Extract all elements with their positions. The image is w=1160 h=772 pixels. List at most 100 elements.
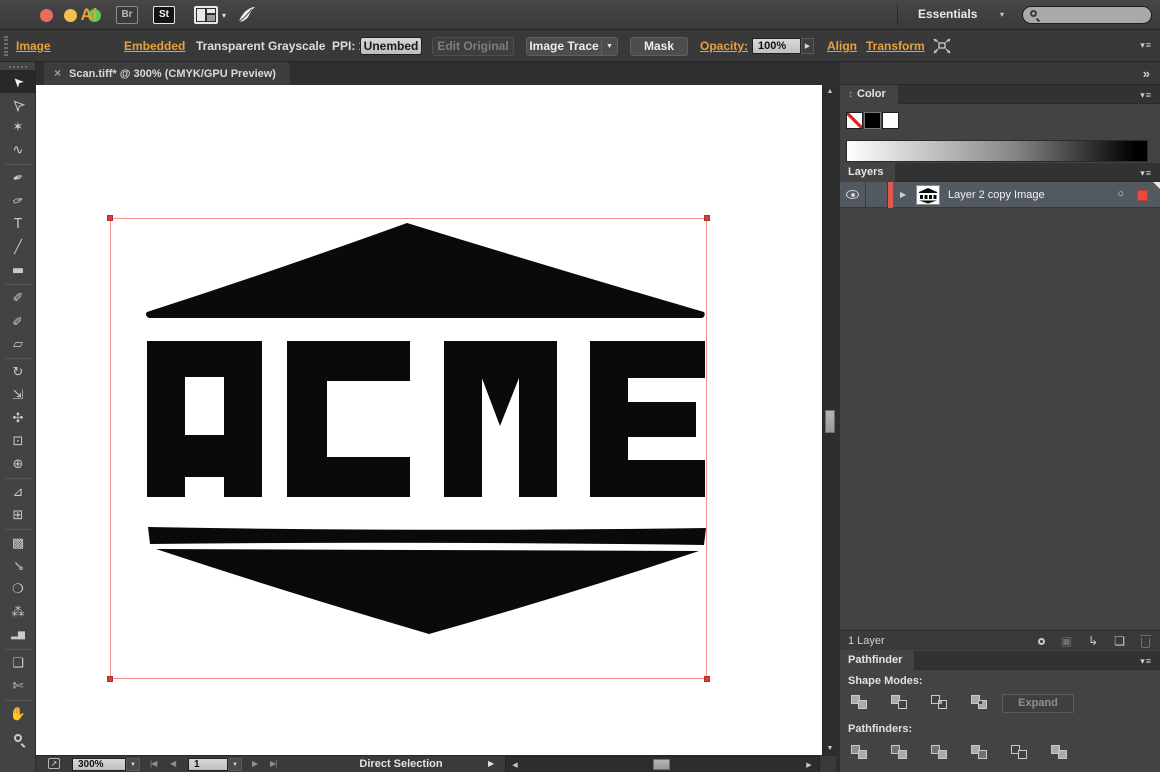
close-tab-icon[interactable]: × <box>54 66 61 80</box>
unite-shape-mode-button[interactable] <box>846 692 872 712</box>
next-artboard-button[interactable]: ▶ <box>252 759 257 768</box>
blend-tool[interactable]: ❍ <box>0 578 36 601</box>
bridge-button[interactable]: Br <box>116 6 138 24</box>
layer-row[interactable]: ▶ Layer 2 copy Image ○ <box>840 182 1160 208</box>
grayscale-spectrum-ramp[interactable] <box>846 140 1148 162</box>
scroll-down-icon[interactable]: ▼ <box>823 742 837 755</box>
merge-pathfinder-button[interactable] <box>926 742 952 762</box>
scale-tool[interactable]: ⇲ <box>0 384 36 407</box>
control-panel-menu-icon[interactable]: ▾≡ <box>1140 40 1152 51</box>
crop-pathfinder-button[interactable] <box>966 742 992 762</box>
none-swatch[interactable] <box>846 112 863 129</box>
layer-name[interactable]: Layer 2 copy Image <box>948 189 1045 201</box>
align-link[interactable]: Align <box>827 39 857 53</box>
exclude-shape-mode-button[interactable] <box>966 692 992 712</box>
last-artboard-button[interactable]: ▶| <box>270 759 276 768</box>
layer-thumbnail[interactable] <box>916 185 940 205</box>
delete-selection-icon[interactable] <box>1141 633 1150 649</box>
opacity-input[interactable]: 100% <box>752 38 801 54</box>
eraser-tool[interactable]: ▱ <box>0 333 36 356</box>
trim-pathfinder-button[interactable] <box>886 742 912 762</box>
shaper-tool[interactable]: ✏ <box>0 310 36 333</box>
minus-front-shape-mode-button[interactable] <box>886 692 912 712</box>
tab-pathfinder[interactable]: Pathfinder <box>840 651 914 670</box>
symbol-sprayer-tool[interactable]: ⁂ <box>0 601 36 624</box>
gradient-tool[interactable]: ▩ <box>0 532 36 555</box>
color-panel-menu-icon[interactable]: ▾≡ <box>1140 90 1152 101</box>
artboard-dropdown-icon[interactable]: ▼ <box>228 758 242 771</box>
zoom-tool[interactable] <box>0 726 36 749</box>
previous-artboard-button[interactable]: ◀ <box>170 759 175 768</box>
panel-minimize-icon[interactable]: ↕ <box>848 89 853 100</box>
layer-target-icon[interactable]: ○ <box>1117 188 1124 200</box>
tab-color[interactable]: ↕Color <box>840 85 898 104</box>
minus-back-pathfinder-button[interactable] <box>1046 742 1072 762</box>
selection-handle[interactable] <box>107 676 113 682</box>
edit-original-button[interactable]: Edit Original <box>432 37 514 56</box>
rectangle-tool[interactable]: ▬ <box>0 259 36 282</box>
column-graph-tool[interactable]: ▂▆ <box>0 624 36 647</box>
toolbar-grip[interactable] <box>9 66 27 68</box>
selection-handle[interactable] <box>704 676 710 682</box>
image-trace-button[interactable]: Image Trace <box>526 37 602 56</box>
document-layout-icon[interactable] <box>194 6 218 24</box>
vertical-scrollbar[interactable]: ▲ ▼ <box>822 85 836 755</box>
close-window-button[interactable] <box>40 9 53 22</box>
scroll-left-icon[interactable]: ◀ <box>508 759 522 772</box>
make-clipping-mask-icon[interactable]: ▣ <box>1061 633 1072 649</box>
create-new-layer-icon[interactable]: ❏ <box>1114 633 1125 649</box>
white-swatch[interactable] <box>882 112 899 129</box>
vertical-scroll-thumb[interactable] <box>825 410 835 433</box>
gpu-performance-feather-icon[interactable] <box>236 4 258 31</box>
opacity-link[interactable]: Opacity: <box>700 39 748 53</box>
opacity-spinner-icon[interactable]: ▶ <box>801 38 814 54</box>
slice-tool[interactable]: ✄ <box>0 675 36 698</box>
status-menu-icon[interactable]: ▶ <box>488 759 494 768</box>
collapse-panels-icon[interactable]: » <box>1143 66 1150 81</box>
selection-handle[interactable] <box>704 215 710 221</box>
transform-link[interactable]: Transform <box>866 39 925 53</box>
create-sublayer-icon[interactable]: ↳ <box>1088 633 1098 649</box>
selection-tool[interactable]: ➤ <box>0 70 36 93</box>
scroll-up-icon[interactable]: ▲ <box>823 85 837 98</box>
outline-pathfinder-button[interactable] <box>1006 742 1032 762</box>
rotate-tool[interactable]: ↻ <box>0 361 36 384</box>
direct-selection-tool[interactable]: ➤ <box>0 93 36 116</box>
unembed-button[interactable]: Unembed <box>360 37 422 55</box>
stock-button[interactable]: St <box>153 6 175 24</box>
black-swatch[interactable] <box>864 112 881 129</box>
pen-tool[interactable]: ✒ <box>0 167 36 190</box>
magic-wand-tool[interactable]: ✶ <box>0 116 36 139</box>
layout-caret-icon[interactable]: ▾ <box>222 11 226 20</box>
expand-layer-icon[interactable]: ▶ <box>900 190 906 199</box>
paintbrush-tool[interactable]: ✐ <box>0 287 36 310</box>
line-segment-tool[interactable]: ╱ <box>0 236 36 259</box>
locate-object-icon[interactable] <box>1038 633 1045 649</box>
free-transform-tool[interactable]: ⊡ <box>0 430 36 453</box>
selection-handle[interactable] <box>107 215 113 221</box>
panel-grip[interactable] <box>4 36 8 56</box>
export-icon[interactable]: ↗ <box>48 758 60 769</box>
pathfinder-panel-menu-icon[interactable]: ▾≡ <box>1140 656 1152 667</box>
artboard-number-field[interactable]: 1 <box>188 758 228 771</box>
divide-pathfinder-button[interactable] <box>846 742 872 762</box>
image-trace-dropdown[interactable]: ▼ <box>601 37 618 56</box>
mask-button[interactable]: Mask <box>630 37 688 56</box>
canvas-artboard[interactable] <box>36 85 822 755</box>
lasso-tool[interactable]: ∿ <box>0 139 36 162</box>
eyedropper-tool[interactable]: ⊸ <box>0 555 36 578</box>
document-tab[interactable]: ×Scan.tiff* @ 300% (CMYK/GPU Preview) <box>44 62 290 85</box>
horizontal-scroll-thumb[interactable] <box>653 759 670 770</box>
embedded-link[interactable]: Embedded <box>124 39 185 53</box>
eye-icon[interactable] <box>846 190 859 199</box>
scroll-right-icon[interactable]: ▶ <box>802 759 816 772</box>
lock-cell[interactable] <box>866 182 888 208</box>
search-box[interactable] <box>1022 6 1152 24</box>
status-indicator[interactable]: Direct Selection <box>286 758 516 770</box>
perspective-grid-tool[interactable]: ⊿ <box>0 481 36 504</box>
width-tool[interactable]: ✣ <box>0 407 36 430</box>
zoom-dropdown-icon[interactable]: ▼ <box>126 758 140 771</box>
artboard-tool[interactable]: ❏ <box>0 652 36 675</box>
hand-tool[interactable]: ✋ <box>0 703 36 726</box>
intersect-shape-mode-button[interactable] <box>926 692 952 712</box>
